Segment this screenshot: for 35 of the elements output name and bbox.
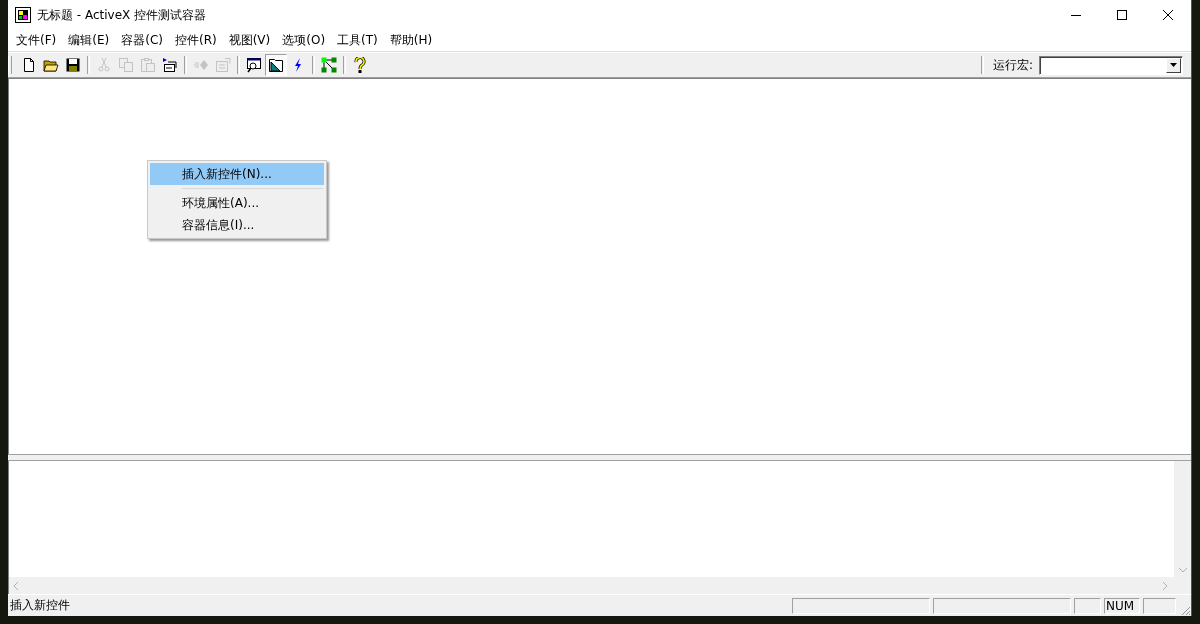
document-icon (21, 57, 37, 73)
scissors-icon (96, 57, 112, 73)
macro-dropdown[interactable] (1039, 55, 1183, 75)
macro-label: 运行宏: (992, 56, 1033, 74)
status-indicator: NUM (1104, 597, 1140, 614)
clipboard-icon (140, 57, 156, 73)
context-menu-item[interactable]: 环境属性(A)... (150, 192, 324, 214)
resize-grip-icon[interactable] (1179, 604, 1191, 616)
menu-item[interactable]: 容器(C) (115, 32, 169, 49)
context-menu-item[interactable]: 容器信息(I)... (150, 214, 324, 236)
context-menu-item[interactable]: 插入新控件(N)... (150, 163, 324, 185)
folder-icon (43, 57, 59, 73)
app-icon (15, 7, 31, 23)
close-icon[interactable] (1163, 10, 1173, 20)
window-title: 无标题 - ActiveX 控件测试容器 (37, 6, 207, 24)
menu-item[interactable]: 帮助(H) (383, 32, 439, 49)
menu-item[interactable]: 编辑(E) (62, 32, 116, 49)
status-message: 插入新控件 (9, 597, 71, 614)
question-mark-icon (352, 57, 368, 73)
control-icon (162, 57, 178, 73)
status-pane (1074, 597, 1101, 614)
copy-icon (118, 57, 134, 73)
menu-item[interactable]: 选项(O) (276, 32, 332, 49)
magnifier-icon (246, 57, 262, 73)
menu-item[interactable]: 工具(T) (331, 32, 384, 49)
status-pane (1143, 597, 1176, 614)
splitter-bar[interactable] (8, 454, 1191, 461)
menu-item[interactable]: 文件(F) (10, 32, 63, 49)
nodes-icon (321, 57, 337, 73)
properties-icon (215, 57, 231, 73)
dropdown-arrow-icon (1170, 63, 1177, 67)
menu-item[interactable]: 控件(R) (168, 32, 223, 49)
menu-item[interactable]: 视图(V) (222, 32, 277, 49)
toolbar-button[interactable] (265, 54, 287, 76)
maximize-icon[interactable] (1117, 10, 1127, 20)
